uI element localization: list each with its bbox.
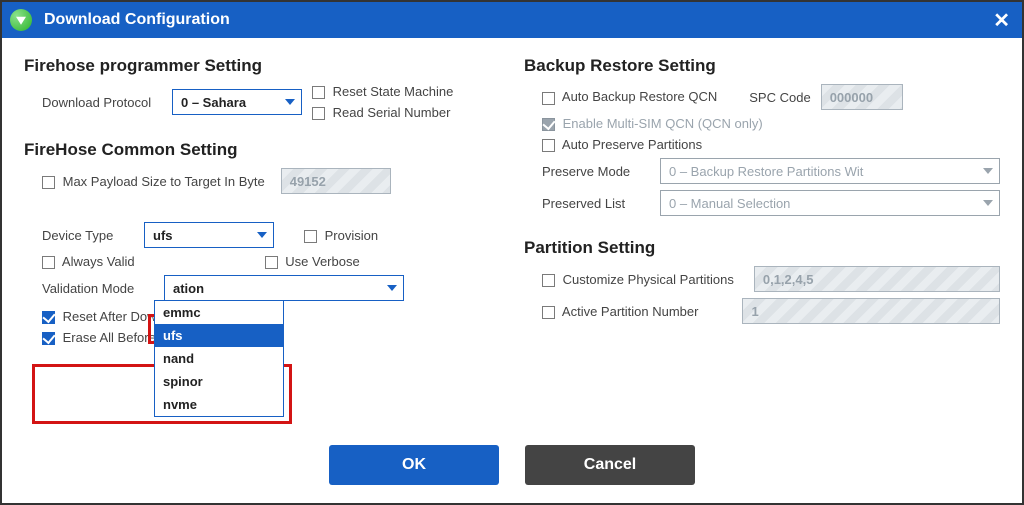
max-payload-field: 49152: [281, 168, 391, 194]
checkbox-icon: [312, 107, 325, 120]
chevron-down-icon: [983, 168, 993, 174]
window-title: Download Configuration: [44, 11, 230, 29]
checkbox-icon: [542, 306, 555, 319]
active-partition-field: 1: [742, 298, 1000, 324]
chevron-down-icon: [387, 285, 397, 291]
preserve-mode-select: 0 – Backup Restore Partitions Wit: [660, 158, 1000, 184]
chevron-down-icon: [285, 99, 295, 105]
checkbox-icon: [542, 274, 555, 287]
device-type-option-nand[interactable]: nand: [155, 347, 283, 370]
auto-preserve-partitions-option[interactable]: Auto Preserve Partitions: [542, 137, 702, 152]
checkbox-icon: [265, 256, 278, 269]
checkbox-icon: [542, 139, 555, 152]
device-type-option-emmc[interactable]: emmc: [155, 301, 283, 324]
device-type-dropdown[interactable]: emmc ufs nand spinor nvme: [154, 300, 284, 417]
device-type-select[interactable]: ufs: [144, 222, 274, 248]
download-protocol-value: 0 – Sahara: [181, 95, 246, 110]
reset-state-machine-option[interactable]: Reset State Machine: [312, 84, 453, 99]
right-column: Backup Restore Setting Auto Backup Resto…: [524, 52, 1000, 437]
checkbox-icon: [42, 256, 55, 269]
dialog-window: Download Configuration ✕ Firehose progra…: [0, 0, 1024, 505]
chevron-down-icon: [257, 232, 267, 238]
dialog-footer: OK Cancel: [2, 445, 1022, 503]
preserved-list-value: 0 – Manual Selection: [669, 196, 790, 211]
dialog-body: Firehose programmer Setting Download Pro…: [2, 38, 1022, 445]
spc-code-label: SPC Code: [749, 90, 810, 105]
title-bar: Download Configuration ✕: [2, 2, 1022, 38]
firehose-common-header: FireHose Common Setting: [24, 140, 500, 160]
checkbox-checked-icon: [42, 332, 55, 345]
read-serial-number-option[interactable]: Read Serial Number: [312, 105, 453, 120]
chevron-down-icon: [983, 200, 993, 206]
preserve-mode-value: 0 – Backup Restore Partitions Wit: [669, 164, 863, 179]
active-partition-option[interactable]: Active Partition Number: [542, 304, 698, 319]
checkbox-checked-icon: [42, 311, 55, 324]
download-icon: [10, 9, 32, 31]
always-valid-option[interactable]: Always Valid: [42, 254, 135, 269]
download-protocol-select[interactable]: 0 – Sahara: [172, 89, 302, 115]
checkbox-icon: [304, 230, 317, 243]
device-type-option-nvme[interactable]: nvme: [155, 393, 283, 416]
ok-button[interactable]: OK: [329, 445, 499, 485]
provision-option[interactable]: Provision: [304, 228, 378, 243]
validation-mode-label: Validation Mode: [42, 281, 154, 296]
partition-setting-header: Partition Setting: [524, 238, 1000, 258]
download-protocol-label: Download Protocol: [42, 95, 162, 110]
checkbox-icon: [312, 86, 325, 99]
device-type-option-ufs[interactable]: ufs: [155, 324, 283, 347]
use-verbose-option[interactable]: Use Verbose: [265, 254, 360, 269]
max-payload-option[interactable]: Max Payload Size to Target In Byte: [42, 174, 265, 189]
validation-mode-select[interactable]: ation: [164, 275, 404, 301]
spc-code-field: 000000: [821, 84, 903, 110]
device-type-value: ufs: [153, 228, 173, 243]
preserved-list-select: 0 – Manual Selection: [660, 190, 1000, 216]
customize-partitions-field: 0,1,2,4,5: [754, 266, 1000, 292]
checkbox-disabled-icon: [542, 118, 555, 131]
cancel-button[interactable]: Cancel: [525, 445, 695, 485]
enable-multisim-qcn-option: Enable Multi-SIM QCN (QCN only): [542, 116, 763, 131]
close-icon[interactable]: ✕: [989, 8, 1014, 33]
checkbox-icon: [542, 92, 555, 105]
preserve-mode-label: Preserve Mode: [542, 164, 650, 179]
device-type-label: Device Type: [42, 228, 134, 243]
firehose-programmer-header: Firehose programmer Setting: [24, 56, 500, 76]
checkbox-icon: [42, 176, 55, 189]
customize-partitions-option[interactable]: Customize Physical Partitions: [542, 272, 734, 287]
backup-restore-header: Backup Restore Setting: [524, 56, 1000, 76]
left-column: Firehose programmer Setting Download Pro…: [24, 52, 500, 437]
device-type-option-spinor[interactable]: spinor: [155, 370, 283, 393]
validation-mode-value: ation: [173, 281, 204, 296]
auto-backup-qcn-option[interactable]: Auto Backup Restore QCN: [542, 89, 717, 104]
preserved-list-label: Preserved List: [542, 196, 650, 211]
